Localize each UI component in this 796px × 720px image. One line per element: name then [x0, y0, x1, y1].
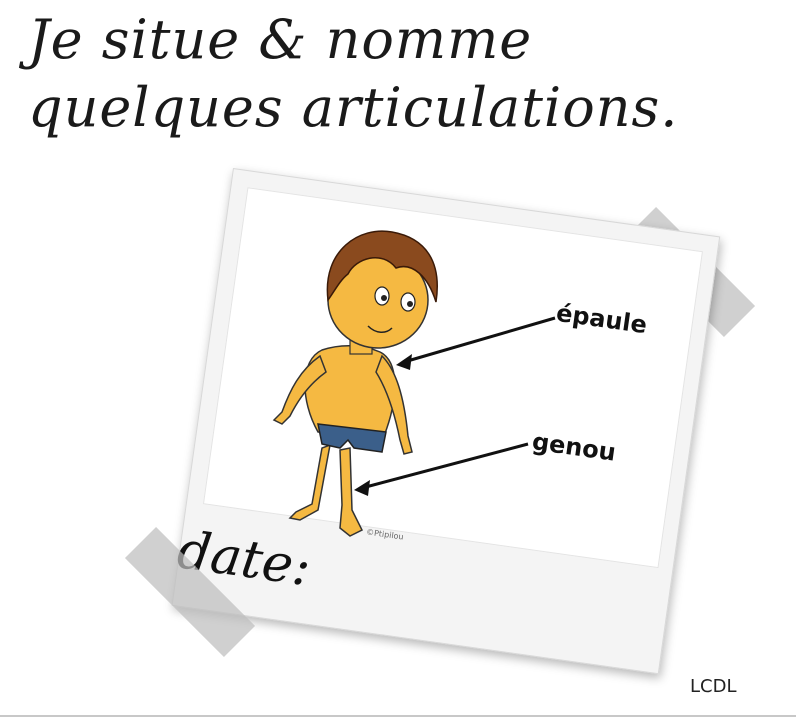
credit-text: LCDL: [690, 676, 737, 697]
boy-illustration: [272, 230, 556, 537]
right-pupil: [407, 301, 413, 307]
shoulder-arrow: [403, 316, 556, 364]
left-pupil: [381, 295, 387, 301]
knee-arrow: [361, 442, 529, 490]
bottom-divider: [0, 715, 796, 717]
knee-arrowhead: [354, 480, 370, 496]
left-leg: [288, 443, 331, 521]
shoulder-arrowhead: [396, 354, 412, 370]
